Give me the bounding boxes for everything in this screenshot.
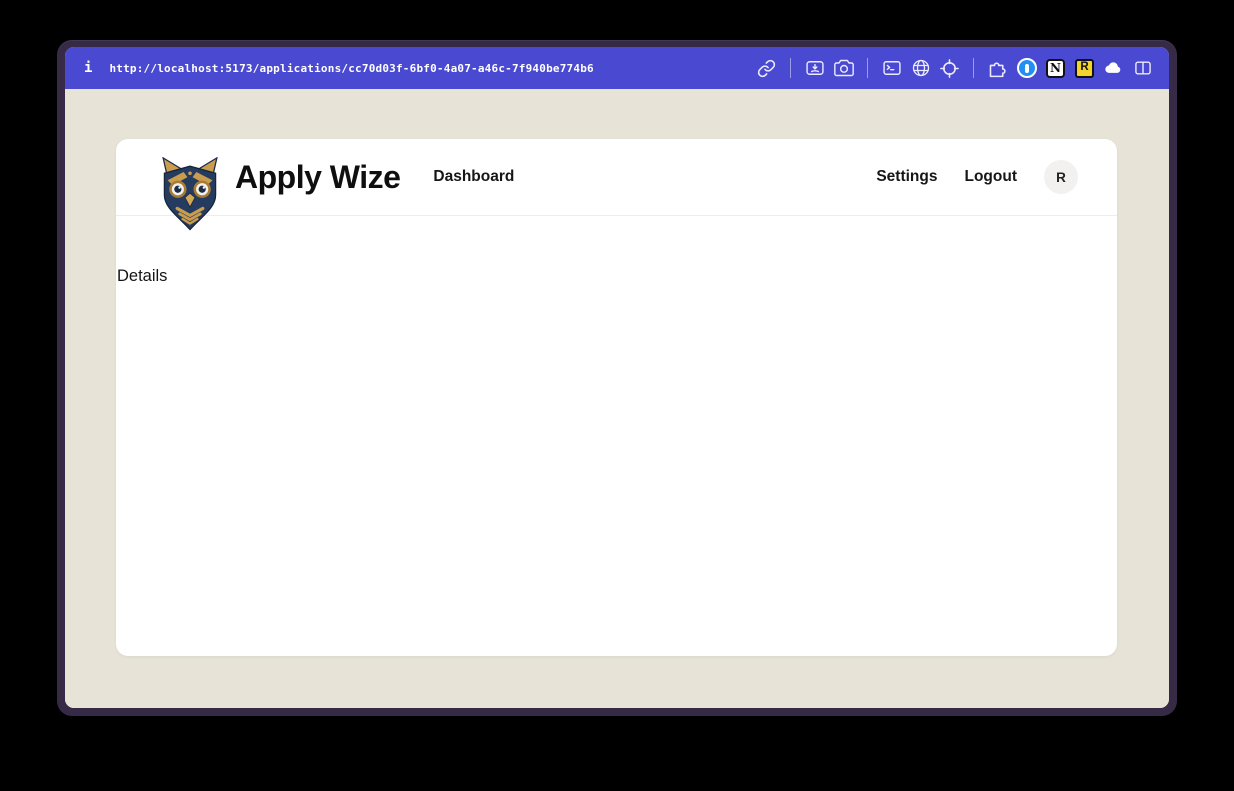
r-extension-letter: R	[1075, 59, 1094, 78]
r-extension-icon[interactable]: R	[1074, 58, 1095, 79]
toolbar-separator	[867, 58, 868, 78]
browser-window-inner: i http://localhost:5173/applications/cc7…	[65, 47, 1169, 708]
onepassword-circle	[1017, 58, 1037, 78]
cloud-icon[interactable]	[1103, 58, 1124, 79]
toolbar-icon-group: N R	[756, 58, 1153, 79]
toolbar-separator	[973, 58, 974, 78]
card-body: Details	[116, 216, 1117, 656]
page-background: Apply Wize Dashboard Settings Logout R D…	[65, 89, 1169, 708]
notion-letter: N	[1046, 59, 1065, 78]
app-header: Apply Wize Dashboard Settings Logout R	[116, 139, 1117, 216]
header-actions: Settings Logout R	[876, 160, 1078, 194]
details-label: Details	[117, 267, 1117, 286]
brand-title: Apply Wize	[235, 159, 400, 196]
link-icon[interactable]	[756, 58, 777, 79]
browser-window: i http://localhost:5173/applications/cc7…	[57, 40, 1177, 716]
user-avatar[interactable]: R	[1044, 160, 1078, 194]
nav-dashboard[interactable]: Dashboard	[433, 168, 514, 186]
terminal-icon[interactable]	[881, 58, 902, 79]
notion-icon[interactable]: N	[1045, 58, 1066, 79]
image-download-icon[interactable]	[804, 58, 825, 79]
globe-icon[interactable]	[910, 58, 931, 79]
onepassword-bar	[1025, 64, 1029, 73]
url-bar[interactable]: http://localhost:5173/applications/cc70d…	[109, 62, 593, 75]
browser-toolbar: i http://localhost:5173/applications/cc7…	[65, 47, 1169, 89]
logout-link[interactable]: Logout	[964, 168, 1017, 186]
info-icon[interactable]: i	[84, 60, 92, 76]
settings-link[interactable]: Settings	[876, 168, 937, 186]
split-view-icon[interactable]	[1132, 58, 1153, 79]
camera-icon[interactable]	[833, 58, 854, 79]
content-card: Apply Wize Dashboard Settings Logout R D…	[116, 139, 1117, 656]
target-icon[interactable]	[939, 58, 960, 79]
puzzle-icon[interactable]	[987, 58, 1008, 79]
owl-logo-icon	[158, 157, 222, 233]
toolbar-separator	[790, 58, 791, 78]
onepassword-icon[interactable]	[1016, 58, 1037, 79]
